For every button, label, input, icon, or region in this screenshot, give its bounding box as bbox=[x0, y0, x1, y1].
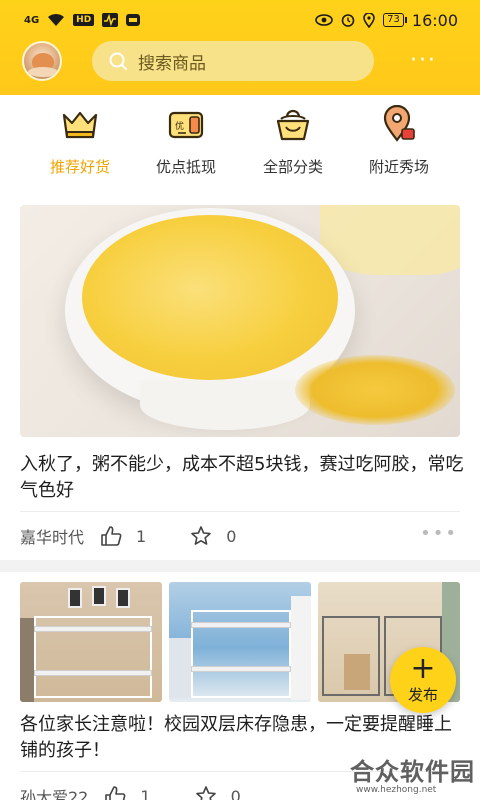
signal-icon: 4G bbox=[24, 14, 40, 26]
tab-label: 全部分类 bbox=[262, 158, 323, 176]
post-author[interactable]: 嘉华时代 bbox=[20, 524, 84, 548]
tab-nearby-show[interactable]: 附近秀场 bbox=[345, 105, 453, 177]
tab-points-cash[interactable]: 优 优点抵现 bbox=[132, 105, 240, 177]
watermark: 合众软件园 www.hezhong.net bbox=[350, 752, 480, 795]
cabinet-graphic bbox=[291, 596, 311, 700]
like-count: 1 bbox=[140, 786, 151, 800]
door-graphic bbox=[20, 618, 34, 702]
poster-graphic bbox=[92, 586, 106, 606]
wifi-icon bbox=[48, 13, 65, 26]
divider-line bbox=[20, 511, 460, 512]
publish-button[interactable]: + 发布 bbox=[390, 647, 456, 713]
more-menu-icon[interactable]: ··· bbox=[410, 48, 437, 73]
bed-rail-graphic bbox=[191, 622, 291, 628]
thumbs-up-icon[interactable] bbox=[100, 525, 122, 547]
favorite-count: 0 bbox=[230, 786, 241, 800]
search-placeholder: 搜索商品 bbox=[138, 53, 206, 74]
like-count: 1 bbox=[136, 526, 147, 546]
poster-graphic bbox=[68, 588, 82, 608]
status-bar: 4G HD 73 16:00 bbox=[0, 0, 480, 40]
search-icon bbox=[109, 52, 127, 70]
app-notification-icon bbox=[126, 14, 141, 26]
porridge-graphic bbox=[82, 215, 338, 380]
crown-icon bbox=[62, 111, 98, 139]
section-divider bbox=[0, 560, 480, 572]
search-bar[interactable]: 搜索商品 bbox=[92, 41, 374, 81]
alarm-icon bbox=[341, 14, 355, 27]
watermark-text: 合众软件园 bbox=[350, 758, 475, 786]
header-bar: 4G HD 73 16:00 搜索商品 ··· bbox=[0, 0, 480, 95]
bowl-base-graphic bbox=[140, 380, 310, 430]
bed-rail-graphic bbox=[34, 626, 152, 632]
location-pin-icon bbox=[383, 105, 415, 142]
eye-icon bbox=[315, 14, 333, 26]
clock-time: 16:00 bbox=[411, 10, 458, 30]
bed-rail-graphic bbox=[34, 670, 152, 676]
favorite-count: 0 bbox=[226, 526, 237, 546]
post-more-icon[interactable]: ••• bbox=[420, 523, 458, 544]
tab-label: 优点抵现 bbox=[155, 158, 216, 176]
plus-icon: + bbox=[410, 650, 436, 686]
post-thumbnail[interactable] bbox=[20, 582, 162, 702]
hd-icon: HD bbox=[73, 14, 95, 26]
activity-icon bbox=[102, 13, 119, 27]
thumbs-up-icon[interactable] bbox=[104, 785, 126, 800]
svg-text:优: 优 bbox=[175, 120, 184, 132]
coupon-icon: 优 bbox=[168, 111, 204, 139]
plate-graphic bbox=[320, 205, 460, 275]
post-title[interactable]: 入秋了，粥不能少，成本不超5块钱，赛过吃阿胶，常吃气色好 bbox=[20, 452, 465, 504]
basket-icon bbox=[276, 109, 310, 141]
publish-label: 发布 bbox=[407, 685, 438, 704]
tab-all-categories[interactable]: 全部分类 bbox=[239, 105, 347, 177]
location-icon bbox=[363, 12, 375, 28]
star-icon[interactable] bbox=[190, 525, 212, 547]
bed-rail-graphic bbox=[191, 666, 291, 672]
post-thumbnail[interactable] bbox=[169, 582, 311, 702]
star-icon[interactable] bbox=[195, 785, 217, 800]
user-avatar[interactable] bbox=[22, 41, 62, 81]
battery-icon: 73 bbox=[383, 13, 407, 27]
post-author[interactable]: 孙大爱22 bbox=[20, 784, 88, 800]
post-meta: 嘉华时代 1 0 ••• bbox=[20, 521, 460, 551]
category-tabs: 推荐好货 优 优点抵现 全部分类 附近秀场 bbox=[0, 105, 480, 185]
shelf-graphic bbox=[169, 638, 191, 698]
tab-label: 附近秀场 bbox=[368, 158, 429, 176]
millet-graphic bbox=[295, 355, 455, 425]
poster-graphic bbox=[116, 588, 130, 608]
post-image[interactable] bbox=[20, 205, 460, 437]
tab-label: 推荐好货 bbox=[49, 158, 110, 176]
desk-graphic bbox=[344, 654, 370, 690]
tab-recommended[interactable]: 推荐好货 bbox=[26, 105, 134, 177]
